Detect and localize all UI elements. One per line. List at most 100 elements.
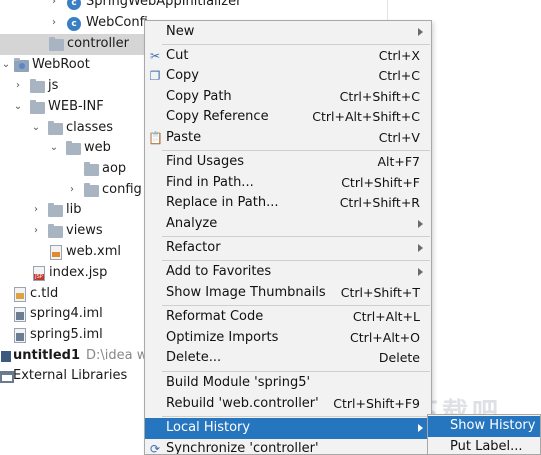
menu-item-shortcut: Ctrl+Alt+O — [350, 330, 420, 345]
folder-icon — [48, 203, 63, 217]
class-icon: c — [67, 17, 81, 31]
package-folder-icon — [49, 37, 64, 51]
module-icon — [1, 351, 11, 362]
library-icon — [0, 371, 14, 383]
menu-item-shortcut: Ctrl+C — [378, 68, 420, 83]
xml-file-icon — [50, 245, 62, 260]
menu-item-label: Find in Path... — [166, 175, 254, 190]
tree-item-label: WEB-INF — [48, 99, 104, 114]
tree-item-label: c.tld — [30, 286, 59, 301]
chevron-right-icon[interactable]: › — [30, 204, 42, 216]
menu-separator — [162, 371, 430, 372]
chevron-right-icon[interactable]: › — [48, 0, 60, 8]
menu-item-refactor[interactable]: Refactor — [145, 238, 431, 259]
submenu-item-label: Put Label... — [450, 439, 523, 454]
folder-icon — [84, 162, 99, 176]
submenu-arrow-icon — [418, 268, 423, 276]
menu-item-optimize-imports[interactable]: Optimize Imports Ctrl+Alt+O — [145, 328, 431, 349]
iml-file-icon — [14, 328, 26, 343]
menu-item-shortcut: Alt+F7 — [377, 154, 420, 169]
tree-item-label: controller — [67, 36, 130, 51]
tree-item-label: untitled1 D:\idea wo — [13, 348, 155, 363]
tree-item-springwebappinitializer[interactable]: › c SpringWebAppInitializer — [0, 0, 541, 13]
menu-item-reformat-code[interactable]: Reformat Code Ctrl+Alt+L — [145, 307, 431, 328]
tree-item-label: External Libraries — [13, 368, 128, 383]
chevron-down-icon[interactable]: ⌄ — [12, 101, 24, 113]
chevron-right-icon[interactable]: › — [30, 225, 42, 237]
menu-item-rebuild[interactable]: Rebuild 'web.controller' Ctrl+Shift+F9 — [145, 394, 431, 415]
menu-item-label: Synchronize 'controller' — [166, 441, 319, 455]
menu-item-analyze[interactable]: Analyze — [145, 214, 431, 235]
menu-item-label: Replace in Path... — [166, 195, 279, 210]
tld-file-icon — [14, 287, 26, 302]
menu-item-label: Copy Reference — [166, 109, 269, 124]
tree-item-label: WebConfi — [86, 15, 148, 30]
submenu-arrow-icon — [418, 244, 423, 252]
submenu-arrow-icon — [418, 220, 423, 228]
menu-item-shortcut: Ctrl+Shift+F — [341, 175, 420, 190]
tree-item-label: js — [48, 78, 59, 93]
menu-item-copy-reference[interactable]: Copy Reference Ctrl+Alt+Shift+C — [145, 107, 431, 128]
chevron-down-icon[interactable]: ⌄ — [0, 59, 12, 71]
menu-item-shortcut: Ctrl+V — [378, 130, 420, 145]
local-history-submenu: Show History Put Label... — [427, 414, 541, 455]
chevron-down-icon[interactable]: ⌄ — [48, 142, 60, 154]
menu-item-add-to-favorites[interactable]: Add to Favorites — [145, 262, 431, 283]
folder-icon — [84, 183, 99, 197]
paste-icon: 📋 — [148, 131, 163, 145]
tree-item-label: views — [66, 223, 103, 238]
menu-item-build-module[interactable]: Build Module 'spring5' — [145, 373, 431, 394]
tree-item-label: index.jsp — [49, 265, 108, 280]
menu-item-find-usages[interactable]: Find Usages Alt+F7 — [145, 152, 431, 173]
menu-item-label: Rebuild 'web.controller' — [166, 396, 319, 411]
menu-item-shortcut: Delete — [378, 350, 420, 365]
iml-file-icon — [14, 307, 26, 322]
menu-item-copy-path[interactable]: Copy Path Ctrl+Shift+C — [145, 87, 431, 108]
menu-item-copy[interactable]: ❐ Copy Ctrl+C — [145, 66, 431, 87]
menu-item-cut[interactable]: ✂ Cut Ctrl+X — [145, 46, 431, 67]
folder-icon — [66, 141, 81, 155]
folder-icon — [48, 224, 63, 238]
chevron-down-icon[interactable]: ⌄ — [30, 122, 42, 134]
menu-item-shortcut: Ctrl+Alt+Shift+C — [312, 109, 420, 124]
menu-item-show-image-thumbnails[interactable]: Show Image Thumbnails Ctrl+Shift+T — [145, 283, 431, 304]
menu-item-synchronize[interactable]: ⟳ Synchronize 'controller' — [145, 439, 431, 455]
menu-item-find-in-path[interactable]: Find in Path... Ctrl+Shift+F — [145, 173, 431, 194]
menu-separator — [162, 260, 430, 261]
tree-item-label: aop — [102, 161, 127, 176]
menu-item-label: Add to Favorites — [166, 264, 272, 279]
menu-item-shortcut: Ctrl+Shift+F9 — [333, 396, 420, 411]
web-folder-icon — [14, 58, 29, 72]
menu-item-label: Build Module 'spring5' — [166, 375, 311, 390]
copy-icon: ❐ — [149, 69, 161, 83]
menu-item-replace-in-path[interactable]: Replace in Path... Ctrl+Shift+R — [145, 193, 431, 214]
chevron-right-icon[interactable]: › — [48, 17, 60, 29]
menu-item-shortcut: Ctrl+Shift+R — [339, 195, 420, 210]
submenu-arrow-icon — [418, 424, 423, 432]
folder-icon — [30, 100, 45, 114]
tree-item-label: config — [102, 182, 142, 197]
menu-item-paste[interactable]: 📋 Paste Ctrl+V — [145, 128, 431, 149]
menu-item-local-history[interactable]: Local History — [145, 418, 431, 439]
scissors-icon: ✂ — [149, 49, 161, 63]
tree-item-label: classes — [66, 120, 114, 135]
folder-icon — [48, 121, 63, 135]
menu-item-label: Copy Path — [166, 89, 232, 104]
folder-icon — [30, 79, 45, 93]
submenu-item-show-history[interactable]: Show History — [428, 416, 540, 437]
chevron-right-icon[interactable]: › — [12, 80, 24, 92]
menu-item-new[interactable]: New — [145, 22, 431, 43]
menu-separator — [162, 44, 430, 45]
menu-item-label: Paste — [166, 130, 202, 145]
chevron-right-icon[interactable]: › — [66, 184, 78, 196]
menu-item-shortcut: Ctrl+Alt+L — [352, 309, 420, 324]
menu-item-delete[interactable]: Delete... Delete — [145, 348, 431, 369]
class-icon: c — [67, 0, 81, 10]
menu-item-label: Local History — [166, 420, 251, 435]
menu-separator — [162, 416, 430, 417]
submenu-item-put-label[interactable]: Put Label... — [428, 437, 540, 454]
menu-item-shortcut: Ctrl+X — [378, 48, 420, 63]
menu-item-label: Refactor — [166, 240, 221, 255]
menu-item-label: Find Usages — [166, 154, 245, 169]
submenu-arrow-icon — [418, 28, 423, 36]
